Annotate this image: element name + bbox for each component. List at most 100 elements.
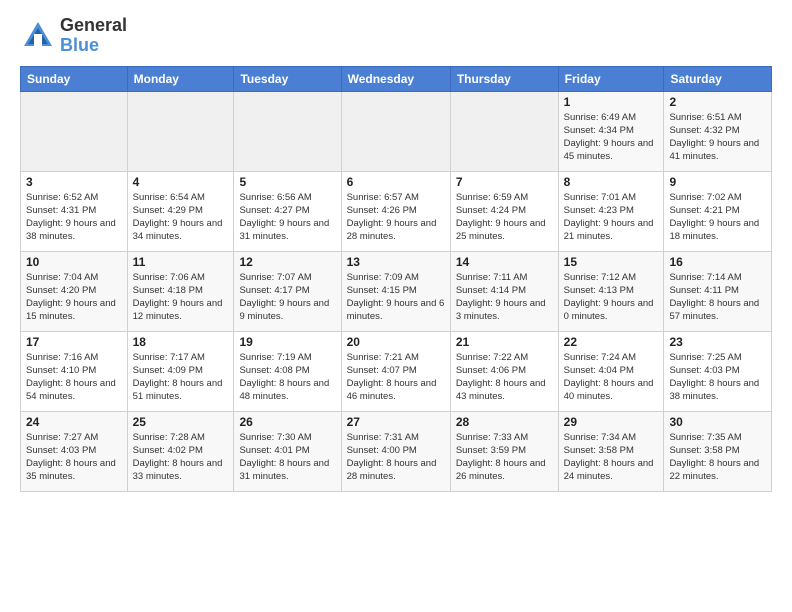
day-info: Sunrise: 6:57 AM Sunset: 4:26 PM Dayligh… — [347, 191, 445, 244]
calendar-cell: 22 Sunrise: 7:24 AM Sunset: 4:04 PM Dayli… — [558, 331, 664, 411]
day-info: Sunrise: 7:07 AM Sunset: 4:17 PM Dayligh… — [239, 271, 335, 324]
day-number: 5 — [239, 175, 335, 189]
calendar-body: 1 Sunrise: 6:49 AM Sunset: 4:34 PM Daylig… — [21, 91, 772, 491]
calendar-cell: 7 Sunrise: 6:59 AM Sunset: 4:24 PM Daylig… — [450, 171, 558, 251]
weekday-header-wednesday: Wednesday — [341, 66, 450, 91]
day-number: 23 — [669, 335, 766, 349]
day-number: 2 — [669, 95, 766, 109]
weekday-row: SundayMondayTuesdayWednesdayThursdayFrid… — [21, 66, 772, 91]
calendar-cell: 30 Sunrise: 7:35 AM Sunset: 3:58 PM Dayli… — [664, 411, 772, 491]
day-info: Sunrise: 7:22 AM Sunset: 4:06 PM Dayligh… — [456, 351, 553, 404]
calendar-cell: 17Sunrise: 7:16 AM Sunset: 4:10 PM Dayli… — [21, 331, 128, 411]
calendar-cell: 21 Sunrise: 7:22 AM Sunset: 4:06 PM Dayli… — [450, 331, 558, 411]
calendar-cell: 6 Sunrise: 6:57 AM Sunset: 4:26 PM Daylig… — [341, 171, 450, 251]
day-number: 20 — [347, 335, 445, 349]
day-number: 1 — [564, 95, 659, 109]
calendar-table: SundayMondayTuesdayWednesdayThursdayFrid… — [20, 66, 772, 492]
weekday-header-tuesday: Tuesday — [234, 66, 341, 91]
calendar-cell: 2Sunrise: 6:51 AM Sunset: 4:32 PM Daylig… — [664, 91, 772, 171]
day-info: Sunrise: 7:17 AM Sunset: 4:09 PM Dayligh… — [133, 351, 229, 404]
day-info: Sunrise: 7:21 AM Sunset: 4:07 PM Dayligh… — [347, 351, 445, 404]
calendar-cell — [21, 91, 128, 171]
week-row-4: 17Sunrise: 7:16 AM Sunset: 4:10 PM Dayli… — [21, 331, 772, 411]
calendar-cell: 4Sunrise: 6:54 AM Sunset: 4:29 PM Daylig… — [127, 171, 234, 251]
day-info: Sunrise: 7:09 AM Sunset: 4:15 PM Dayligh… — [347, 271, 445, 324]
day-info: Sunrise: 7:24 AM Sunset: 4:04 PM Dayligh… — [564, 351, 659, 404]
day-info: Sunrise: 7:27 AM Sunset: 4:03 PM Dayligh… — [26, 431, 122, 484]
page: General Blue SundayMondayTuesdayWednesda… — [0, 0, 792, 502]
day-number: 6 — [347, 175, 445, 189]
calendar-cell: 12 Sunrise: 7:07 AM Sunset: 4:17 PM Dayli… — [234, 251, 341, 331]
logo-line2: Blue — [60, 35, 99, 55]
day-info: Sunrise: 7:33 AM Sunset: 3:59 PM Dayligh… — [456, 431, 553, 484]
day-number: 16 — [669, 255, 766, 269]
day-number: 14 — [456, 255, 553, 269]
calendar-cell: 18 Sunrise: 7:17 AM Sunset: 4:09 PM Dayli… — [127, 331, 234, 411]
calendar-cell: 15Sunrise: 7:12 AM Sunset: 4:13 PM Dayli… — [558, 251, 664, 331]
day-number: 11 — [133, 255, 229, 269]
day-number: 12 — [239, 255, 335, 269]
logo-line1: General — [60, 16, 127, 36]
calendar-cell: 20 Sunrise: 7:21 AM Sunset: 4:07 PM Dayli… — [341, 331, 450, 411]
calendar-cell: 13 Sunrise: 7:09 AM Sunset: 4:15 PM Dayli… — [341, 251, 450, 331]
calendar-cell: 10Sunrise: 7:04 AM Sunset: 4:20 PM Dayli… — [21, 251, 128, 331]
day-number: 13 — [347, 255, 445, 269]
day-info: Sunrise: 7:25 AM Sunset: 4:03 PM Dayligh… — [669, 351, 766, 404]
calendar-cell: 14 Sunrise: 7:11 AM Sunset: 4:14 PM Dayli… — [450, 251, 558, 331]
calendar-cell: 24 Sunrise: 7:27 AM Sunset: 4:03 PM Dayli… — [21, 411, 128, 491]
day-number: 26 — [239, 415, 335, 429]
calendar-cell — [234, 91, 341, 171]
calendar-cell: 23 Sunrise: 7:25 AM Sunset: 4:03 PM Dayli… — [664, 331, 772, 411]
day-info: Sunrise: 7:31 AM Sunset: 4:00 PM Dayligh… — [347, 431, 445, 484]
calendar-cell: 11 Sunrise: 7:06 AM Sunset: 4:18 PM Dayli… — [127, 251, 234, 331]
day-number: 24 — [26, 415, 122, 429]
day-info: Sunrise: 7:35 AM Sunset: 3:58 PM Dayligh… — [669, 431, 766, 484]
calendar-cell: 28 Sunrise: 7:33 AM Sunset: 3:59 PM Dayli… — [450, 411, 558, 491]
day-info: Sunrise: 7:28 AM Sunset: 4:02 PM Dayligh… — [133, 431, 229, 484]
day-info: Sunrise: 6:59 AM Sunset: 4:24 PM Dayligh… — [456, 191, 553, 244]
day-info: Sunrise: 7:12 AM Sunset: 4:13 PM Dayligh… — [564, 271, 659, 324]
day-info: Sunrise: 7:30 AM Sunset: 4:01 PM Dayligh… — [239, 431, 335, 484]
calendar-cell — [450, 91, 558, 171]
day-number: 25 — [133, 415, 229, 429]
day-number: 7 — [456, 175, 553, 189]
day-number: 30 — [669, 415, 766, 429]
day-number: 29 — [564, 415, 659, 429]
week-row-3: 10Sunrise: 7:04 AM Sunset: 4:20 PM Dayli… — [21, 251, 772, 331]
weekday-header-sunday: Sunday — [21, 66, 128, 91]
calendar-header: SundayMondayTuesdayWednesdayThursdayFrid… — [21, 66, 772, 91]
calendar-cell: 25 Sunrise: 7:28 AM Sunset: 4:02 PM Dayli… — [127, 411, 234, 491]
day-number: 9 — [669, 175, 766, 189]
day-info: Sunrise: 7:11 AM Sunset: 4:14 PM Dayligh… — [456, 271, 553, 324]
day-info: Sunrise: 6:56 AM Sunset: 4:27 PM Dayligh… — [239, 191, 335, 244]
calendar-cell: 1 Sunrise: 6:49 AM Sunset: 4:34 PM Daylig… — [558, 91, 664, 171]
day-number: 28 — [456, 415, 553, 429]
week-row-5: 24 Sunrise: 7:27 AM Sunset: 4:03 PM Dayli… — [21, 411, 772, 491]
day-number: 21 — [456, 335, 553, 349]
day-info: Sunrise: 7:14 AM Sunset: 4:11 PM Dayligh… — [669, 271, 766, 324]
day-info: Sunrise: 7:04 AM Sunset: 4:20 PM Dayligh… — [26, 271, 122, 324]
day-number: 18 — [133, 335, 229, 349]
calendar-cell — [341, 91, 450, 171]
day-info: Sunrise: 7:06 AM Sunset: 4:18 PM Dayligh… — [133, 271, 229, 324]
day-info: Sunrise: 6:52 AM Sunset: 4:31 PM Dayligh… — [26, 191, 122, 244]
day-number: 8 — [564, 175, 659, 189]
day-number: 19 — [239, 335, 335, 349]
week-row-2: 3Sunrise: 6:52 AM Sunset: 4:31 PM Daylig… — [21, 171, 772, 251]
day-number: 22 — [564, 335, 659, 349]
weekday-header-saturday: Saturday — [664, 66, 772, 91]
day-info: Sunrise: 6:49 AM Sunset: 4:34 PM Dayligh… — [564, 111, 659, 164]
calendar-cell: 3Sunrise: 6:52 AM Sunset: 4:31 PM Daylig… — [21, 171, 128, 251]
calendar-cell: 9Sunrise: 7:02 AM Sunset: 4:21 PM Daylig… — [664, 171, 772, 251]
weekday-header-friday: Friday — [558, 66, 664, 91]
calendar-cell: 16 Sunrise: 7:14 AM Sunset: 4:11 PM Dayli… — [664, 251, 772, 331]
weekday-header-monday: Monday — [127, 66, 234, 91]
calendar-cell: 8Sunrise: 7:01 AM Sunset: 4:23 PM Daylig… — [558, 171, 664, 251]
day-number: 4 — [133, 175, 229, 189]
calendar-cell — [127, 91, 234, 171]
day-number: 17 — [26, 335, 122, 349]
calendar-cell: 26 Sunrise: 7:30 AM Sunset: 4:01 PM Dayli… — [234, 411, 341, 491]
logo-text: General Blue — [60, 16, 127, 56]
calendar-cell: 19Sunrise: 7:19 AM Sunset: 4:08 PM Dayli… — [234, 331, 341, 411]
weekday-header-thursday: Thursday — [450, 66, 558, 91]
